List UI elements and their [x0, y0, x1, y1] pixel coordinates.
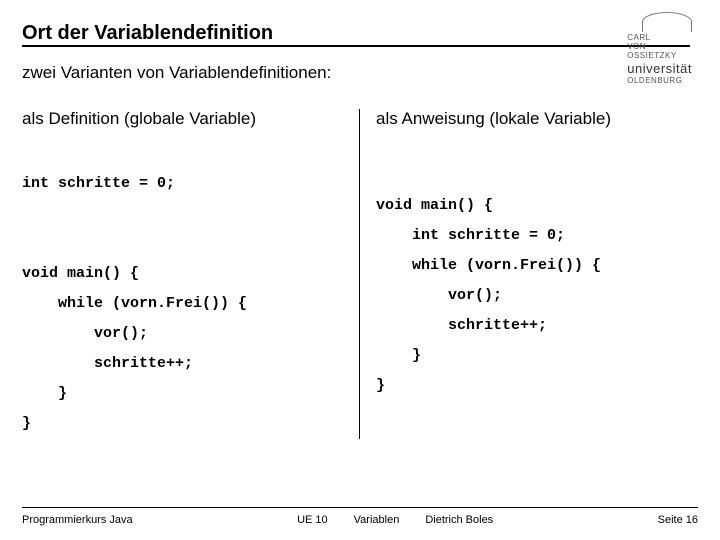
code-global: int schritte = 0; void main() { while (v… [22, 169, 347, 439]
footer-author: Dietrich Boles [425, 514, 493, 526]
columns: als Definition (globale Variable) int sc… [22, 109, 698, 439]
logo-city: OLDENBURG [627, 77, 692, 86]
code-local: void main() { int schritte = 0; while (v… [376, 191, 698, 401]
heading-local: als Anweisung (lokale Variable) [376, 109, 698, 129]
heading-global: als Definition (globale Variable) [22, 109, 347, 129]
university-logo: CARL VON OSSIETZKY universität OLDENBURG [627, 12, 692, 85]
column-local: als Anweisung (lokale Variable) void mai… [360, 109, 698, 439]
column-global: als Definition (globale Variable) int sc… [22, 109, 360, 439]
footer-topic: Variablen [354, 514, 400, 526]
footer-page: Seite 16 [658, 514, 698, 526]
logo-line3: OSSIETZKY [627, 52, 692, 61]
page-title: Ort der Variablendefinition [22, 22, 690, 47]
logo-university: universität [627, 62, 692, 76]
logo-arc [642, 12, 692, 32]
footer: Programmierkurs Java UE 10 Variablen Die… [22, 507, 698, 526]
intro-text: zwei Varianten von Variablendefinitionen… [22, 63, 698, 83]
footer-course: Programmierkurs Java [22, 514, 133, 526]
footer-unit: UE 10 [297, 514, 328, 526]
